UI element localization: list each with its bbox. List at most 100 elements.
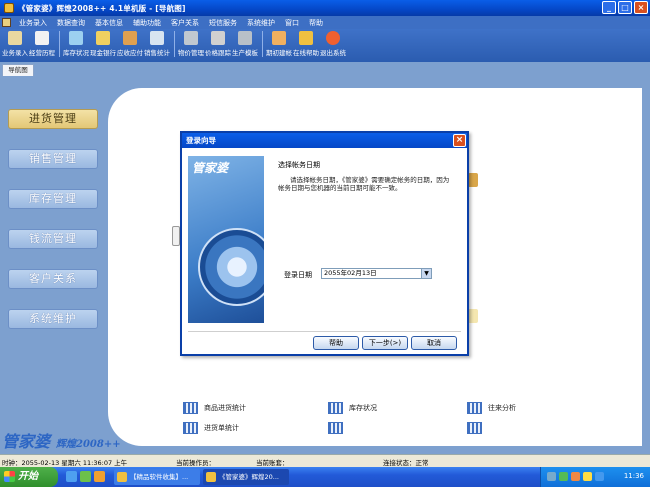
next-button[interactable]: 下一步(>) <box>362 336 408 350</box>
stock-box-icon[interactable] <box>468 173 478 187</box>
nav-customer-relations[interactable]: 客户关系 <box>8 269 98 289</box>
menu-item-data-query[interactable]: 数据查询 <box>52 18 90 28</box>
quick-links: 商品进货统计 库存状况 往来分析 进货单统计 <box>180 402 580 442</box>
taskbar-clock: 11:36 <box>623 472 644 480</box>
menu-item-business-entry[interactable]: 业务录入 <box>14 18 52 28</box>
language-icon[interactable] <box>547 472 556 481</box>
toolbar-price-management[interactable]: 物价管理 <box>178 31 204 57</box>
document-stack-icon[interactable] <box>468 309 478 323</box>
login-date-select[interactable]: 2055年02月13日 ▼ <box>321 268 432 279</box>
dialog-close-button[interactable]: × <box>453 134 466 147</box>
help-icon <box>299 31 313 45</box>
link-unnamed-2[interactable] <box>467 422 488 434</box>
status-clock: 时钟：2055-02-13 星期六 11:36:07 上午 <box>2 459 128 467</box>
menu-item-window[interactable]: 窗口 <box>280 18 304 28</box>
toolbar-price-tracking[interactable]: 价格跟踪 <box>205 31 231 57</box>
ie-icon[interactable] <box>66 471 77 482</box>
link-purchase-order-stats[interactable]: 进货单统计 <box>183 422 239 434</box>
login-wizard-dialog: 登录向导 × 管家婆 选择帐务日期 请选择帐务日期，《管家婆》需要确定帐务的日期… <box>180 131 469 356</box>
security-icon[interactable] <box>583 472 592 481</box>
table-icon <box>467 402 482 414</box>
table-icon <box>467 422 482 434</box>
menu-item-basic-info[interactable]: 基本信息 <box>90 18 128 28</box>
toolbar-separator <box>262 31 263 57</box>
login-date-label: 登录日期 <box>284 271 312 279</box>
dialog-description: 请选择帐务日期，《管家婆》需要确定帐务的日期，因为帐务日期与您机器的当前日期可能… <box>278 176 450 192</box>
system-tray: 11:36 <box>540 467 650 487</box>
exit-icon <box>326 31 340 45</box>
update-icon[interactable] <box>595 472 604 481</box>
tab-strip: 导航图 <box>0 62 650 76</box>
toolbar-business-entry[interactable]: 业务录入 <box>2 31 28 57</box>
flow-node-icon[interactable] <box>172 226 180 246</box>
start-button[interactable]: 开始 <box>0 467 58 487</box>
toolbar-stock-status[interactable]: 库存状况 <box>63 31 89 57</box>
media-icon[interactable] <box>94 471 105 482</box>
toolbar-cash-bank[interactable]: 现金银行 <box>90 31 116 57</box>
edit-icon <box>8 31 22 45</box>
toolbar-sales-stats[interactable]: 销售统计 <box>144 31 170 57</box>
nav-purchase-management[interactable]: 进货管理 <box>8 109 98 129</box>
table-icon <box>328 422 343 434</box>
price-icon <box>184 31 198 45</box>
link-account-analysis[interactable]: 往来分析 <box>467 402 516 414</box>
wizard-banner-image: 管家婆 <box>188 156 264 323</box>
toolbar-exit-system[interactable]: 退出系统 <box>320 31 346 57</box>
nav-sales-management[interactable]: 销售管理 <box>8 149 98 169</box>
tab-navigation-map[interactable]: 导航图 <box>2 64 34 76</box>
title-bar: 《管家婆》辉煌2008++ 4.1单机版 - [导航图] _ □ × <box>0 0 650 16</box>
status-operator: 当前操作员： <box>176 459 215 467</box>
toolbar-separator <box>174 31 175 57</box>
status-connection: 连接状态：正常 <box>383 459 429 467</box>
menu-item-sms-service[interactable]: 短信服务 <box>204 18 242 28</box>
help-button[interactable]: 帮助 <box>313 336 359 350</box>
toolbar: 业务录入 经营历程 库存状况 现金银行 应收应付 销售统计 物价管理 价格跟踪 … <box>0 29 650 62</box>
menu-item-customer-relations[interactable]: 客户关系 <box>166 18 204 28</box>
menu-app-icon[interactable] <box>2 18 11 27</box>
minimize-button[interactable]: _ <box>602 1 616 14</box>
toolbar-online-help[interactable]: 在线帮助 <box>293 31 319 57</box>
maximize-button[interactable]: □ <box>618 1 632 14</box>
menu-item-system-maintenance[interactable]: 系统维护 <box>242 18 280 28</box>
status-account: 当前账套： <box>256 459 289 467</box>
app-icon <box>206 472 216 482</box>
app-icon <box>4 3 14 13</box>
login-date-value: 2055年02月13日 <box>324 269 377 277</box>
nav-stock-management[interactable]: 库存管理 <box>8 189 98 209</box>
link-stock-status[interactable]: 库存状况 <box>328 402 377 414</box>
cancel-button[interactable]: 取消 <box>411 336 457 350</box>
desktop-icon[interactable] <box>80 471 91 482</box>
menu-item-help[interactable]: 帮助 <box>304 18 328 28</box>
wizard-logo: 管家婆 <box>192 161 229 175</box>
dialog-body: 管家婆 选择帐务日期 请选择帐务日期，《管家婆》需要确定帐务的日期，因为帐务日期… <box>182 148 467 354</box>
window-title: 《管家婆》辉煌2008++ 4.1单机版 - [导航图] <box>18 3 186 13</box>
document-icon <box>35 31 49 45</box>
toolbar-production-template[interactable]: 生产模板 <box>232 31 258 57</box>
tag-icon <box>211 31 225 45</box>
toolbar-business-history[interactable]: 经营历程 <box>29 31 55 57</box>
brand-logo: 管家婆 辉煌2008++ <box>2 428 121 452</box>
card-icon <box>123 31 137 45</box>
menu-bar: 业务录入 数据查询 基本信息 辅助功能 客户关系 短信服务 系统维护 窗口 帮助 <box>0 16 650 29</box>
table-icon <box>328 402 343 414</box>
chevron-down-icon[interactable]: ▼ <box>421 269 431 278</box>
link-unnamed-1[interactable] <box>328 422 349 434</box>
nav-cashflow-management[interactable]: 钱流管理 <box>8 229 98 249</box>
network-icon[interactable] <box>559 472 568 481</box>
toolbar-separator <box>59 31 60 57</box>
nav-system-maintenance[interactable]: 系统维护 <box>8 309 98 329</box>
menu-item-aux-functions[interactable]: 辅助功能 <box>128 18 166 28</box>
gear-icon <box>238 31 252 45</box>
taskbar: 开始 【精品软件收集】... 《管家婆》辉煌20... 11:36 <box>0 467 650 487</box>
compass-icon <box>198 228 264 306</box>
link-purchase-stats[interactable]: 商品进货统计 <box>183 402 246 414</box>
taskbar-item-software[interactable]: 【精品软件收集】... <box>114 469 200 485</box>
status-bar: 时钟：2055-02-13 星期六 11:36:07 上午 当前操作员： 当前账… <box>0 454 650 467</box>
close-button[interactable]: × <box>634 1 648 14</box>
taskbar-item-guanjiapo[interactable]: 《管家婆》辉煌20... <box>203 469 289 485</box>
coins-icon <box>96 31 110 45</box>
toolbar-opening-accounts[interactable]: 期初建帐 <box>266 31 292 57</box>
volume-icon[interactable] <box>571 472 580 481</box>
toolbar-receivable-payable[interactable]: 应收应付 <box>117 31 143 57</box>
chart-icon <box>150 31 164 45</box>
